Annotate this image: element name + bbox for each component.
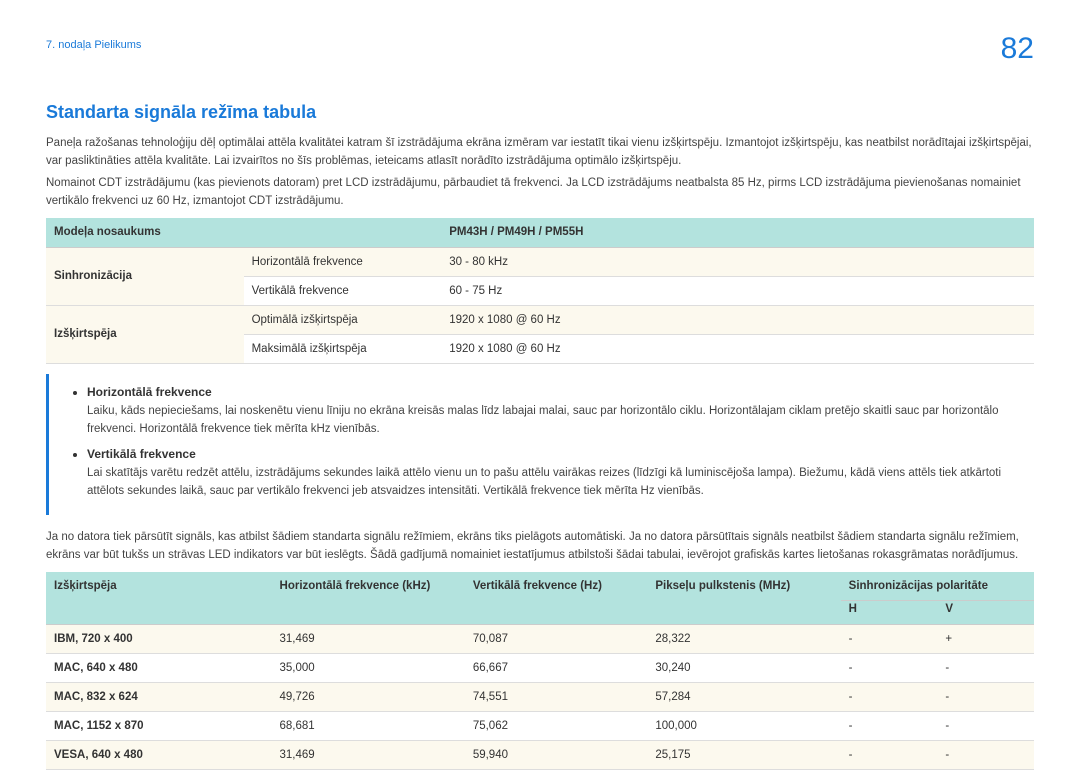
spec-hfreq-value: 30 - 80 kHz [441,247,1034,276]
cell-hf: 31,469 [272,624,465,653]
th-syncpol: Sinhronizācijas polaritāte [841,572,1034,601]
cell-res: MAC, 1152 x 870 [46,711,272,740]
cell-v: - [937,711,1034,740]
table-row: IBM, 720 x 40031,46970,08728,322-+ [46,624,1034,653]
th-sync-h: H [841,601,938,624]
cell-v: - [937,740,1034,769]
signal-mode-table: Izšķirtspēja Horizontālā frekvence (kHz)… [46,572,1034,770]
cell-vf: 74,551 [465,682,648,711]
note-hfreq-title: Horizontālā frekvence [87,385,212,399]
spec-vfreq-label: Vertikālā frekvence [244,276,442,305]
cell-h: - [841,653,938,682]
cell-hf: 35,000 [272,653,465,682]
spec-header-value: PM43H / PM49H / PM55H [441,218,1034,247]
cell-pc: 100,000 [647,711,840,740]
spec-optres-label: Optimālā izšķirtspēja [244,305,442,334]
note-box: Horizontālā frekvence Laiku, kāds nepiec… [46,374,1034,515]
cell-vf: 59,940 [465,740,648,769]
cell-hf: 49,726 [272,682,465,711]
cell-h: - [841,740,938,769]
table-row: MAC, 832 x 62449,72674,55157,284-- [46,682,1034,711]
page-number: 82 [1001,28,1034,70]
spec-header-model: Modeļa nosaukums [46,218,441,247]
cell-h: - [841,682,938,711]
th-resolution: Izšķirtspēja [46,572,272,624]
th-sync-v: V [937,601,1034,624]
spec-optres-value: 1920 x 1080 @ 60 Hz [441,305,1034,334]
page-header: 7. nodaļa Pielikums 82 [46,38,1034,70]
th-vfreq: Vertikālā frekvence (Hz) [465,572,648,624]
cell-v: - [937,653,1034,682]
chapter-label: 7. nodaļa Pielikums [46,38,141,53]
cell-h: - [841,711,938,740]
cell-v: + [937,624,1034,653]
cell-hf: 31,469 [272,740,465,769]
th-pixelclock: Pikseļu pulkstenis (MHz) [647,572,840,624]
table-row: VESA, 640 x 48031,46959,94025,175-- [46,740,1034,769]
cell-res: VESA, 640 x 480 [46,740,272,769]
spec-row-sync: Sinhronizācija [46,247,244,305]
cell-pc: 28,322 [647,624,840,653]
th-hfreq: Horizontālā frekvence (kHz) [272,572,465,624]
intro-paragraph-1: Paneļa ražošanas tehnoloģiju dēļ optimāl… [46,135,1034,171]
table-row: MAC, 1152 x 87068,68175,062100,000-- [46,711,1034,740]
cell-vf: 70,087 [465,624,648,653]
intro-paragraph-2: Nomainot CDT izstrādājumu (kas pievienot… [46,175,1034,211]
spec-maxres-value: 1920 x 1080 @ 60 Hz [441,334,1034,363]
note-vfreq-title: Vertikālā frekvence [87,447,196,461]
cell-vf: 66,667 [465,653,648,682]
spec-hfreq-label: Horizontālā frekvence [244,247,442,276]
cell-v: - [937,682,1034,711]
cell-res: IBM, 720 x 400 [46,624,272,653]
cell-pc: 30,240 [647,653,840,682]
cell-res: MAC, 640 x 480 [46,653,272,682]
cell-hf: 68,681 [272,711,465,740]
signal-intro-paragraph: Ja no datora tiek pārsūtīt signāls, kas … [46,529,1034,565]
cell-res: MAC, 832 x 624 [46,682,272,711]
cell-pc: 25,175 [647,740,840,769]
spec-row-res: Izšķirtspēja [46,305,244,363]
cell-pc: 57,284 [647,682,840,711]
page-title: Standarta signāla režīma tabula [46,100,1034,125]
table-row: MAC, 640 x 48035,00066,66730,240-- [46,653,1034,682]
note-hfreq-desc: Laiku, kāds nepieciešams, lai noskenētu … [87,403,1014,439]
note-vfreq-desc: Lai skatītājs varētu redzēt attēlu, izst… [87,465,1014,501]
spec-maxres-label: Maksimālā izšķirtspēja [244,334,442,363]
cell-vf: 75,062 [465,711,648,740]
cell-h: - [841,624,938,653]
spec-vfreq-value: 60 - 75 Hz [441,276,1034,305]
spec-table: Modeļa nosaukums PM43H / PM49H / PM55H S… [46,218,1034,363]
